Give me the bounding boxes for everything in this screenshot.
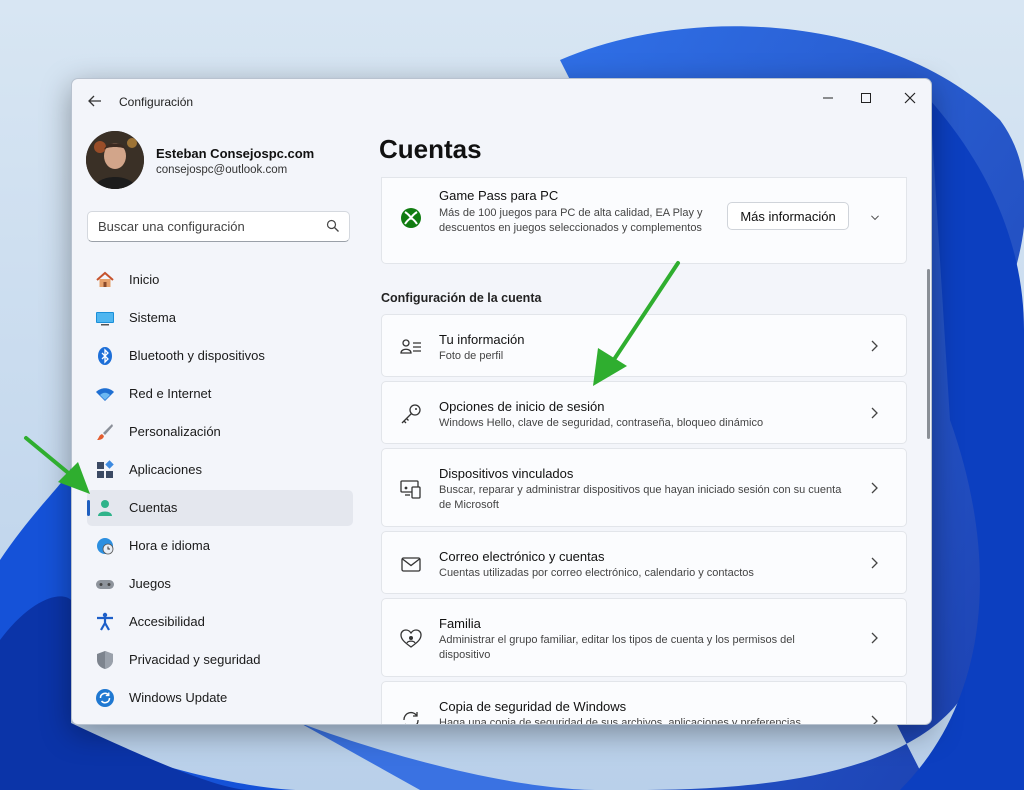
close-button[interactable] bbox=[892, 84, 928, 114]
card-description: Más de 100 juegos para PC de alta calida… bbox=[439, 207, 703, 234]
sidebar-item-sistema[interactable]: Sistema bbox=[87, 300, 353, 336]
sidebar-item-label: Bluetooth y dispositivos bbox=[129, 348, 265, 363]
system-icon bbox=[96, 312, 114, 326]
person-icon bbox=[98, 500, 112, 516]
card-dispositivos-vinculados[interactable]: Dispositivos vinculados Buscar, reparar … bbox=[381, 448, 907, 527]
chevron-right-icon bbox=[871, 557, 878, 569]
sidebar-item-bluetooth[interactable]: Bluetooth y dispositivos bbox=[87, 338, 353, 374]
search-input[interactable] bbox=[88, 212, 338, 241]
minimize-icon bbox=[823, 97, 833, 99]
content-scroll-area[interactable]: Game Pass para PC Más de 100 juegos para… bbox=[379, 177, 909, 724]
wifi-icon bbox=[96, 388, 114, 401]
card-familia[interactable]: Familia Administrar el grupo familiar, e… bbox=[381, 598, 907, 677]
accessibility-icon bbox=[97, 612, 113, 631]
card-subtitle: Windows Hello, clave de seguridad, contr… bbox=[439, 417, 764, 429]
chevron-right-icon bbox=[871, 407, 878, 419]
key-icon bbox=[401, 404, 421, 424]
user-email: consejospc@outlook.com bbox=[156, 164, 288, 176]
chevron-right-icon bbox=[871, 340, 878, 352]
sidebar-item-label: Aplicaciones bbox=[129, 462, 202, 477]
maximize-icon bbox=[861, 93, 871, 103]
chevron-right-icon bbox=[871, 632, 878, 644]
more-info-button[interactable]: Más información bbox=[727, 202, 849, 230]
sidebar-item-juegos[interactable]: Juegos bbox=[87, 566, 353, 602]
back-button[interactable] bbox=[84, 90, 106, 112]
globe-clock-icon bbox=[97, 538, 114, 555]
chevron-down-icon[interactable] bbox=[870, 211, 880, 225]
card-tu-informacion[interactable]: Tu información Foto de perfil bbox=[381, 314, 907, 377]
contact-card-icon bbox=[400, 339, 421, 354]
card-correo-cuentas[interactable]: Correo electrónico y cuentas Cuentas uti… bbox=[381, 531, 907, 594]
sidebar-item-label: Personalización bbox=[129, 424, 221, 439]
section-title: Configuración de la cuenta bbox=[381, 291, 542, 305]
card-subtitle: Buscar, reparar y administrar dispositiv… bbox=[439, 484, 842, 511]
sidebar-item-label: Juegos bbox=[129, 576, 171, 591]
home-icon bbox=[96, 271, 114, 287]
card-title: Dispositivos vinculados bbox=[439, 466, 574, 481]
bluetooth-icon bbox=[98, 347, 112, 365]
app-title: Configuración bbox=[119, 95, 194, 109]
update-icon bbox=[96, 689, 114, 707]
card-title: Game Pass para PC bbox=[439, 188, 559, 203]
card-subtitle: Haga una copia de seguridad de sus archi… bbox=[439, 717, 801, 724]
sidebar-item-label: Hora e idioma bbox=[129, 538, 210, 553]
sidebar-item-windows-update[interactable]: Windows Update bbox=[87, 680, 353, 716]
brush-icon bbox=[97, 424, 113, 440]
card-title: Opciones de inicio de sesión bbox=[439, 399, 605, 414]
card-opciones-inicio-sesion[interactable]: Opciones de inicio de sesión Windows Hel… bbox=[381, 381, 907, 444]
card-title: Familia bbox=[439, 616, 481, 631]
family-heart-icon bbox=[400, 629, 422, 648]
card-title: Correo electrónico y cuentas bbox=[439, 549, 605, 564]
scrollbar-thumb[interactable] bbox=[927, 269, 930, 439]
card-subtitle: Administrar el grupo familiar, editar lo… bbox=[439, 634, 795, 661]
card-title: Tu información bbox=[439, 332, 525, 347]
minimize-button[interactable] bbox=[810, 84, 846, 114]
settings-window: Configuración Esteban Consejospc.com con… bbox=[71, 78, 932, 725]
sidebar-item-cuentas[interactable]: Cuentas bbox=[87, 490, 353, 526]
card-title: Copia de seguridad de Windows bbox=[439, 699, 627, 714]
sidebar-item-privacidad[interactable]: Privacidad y seguridad bbox=[87, 642, 353, 678]
back-arrow-icon bbox=[88, 95, 101, 107]
sidebar-item-personalizacion[interactable]: Personalización bbox=[87, 414, 353, 450]
avatar-photo-icon bbox=[86, 131, 144, 189]
sidebar-item-label: Sistema bbox=[129, 310, 176, 325]
sidebar-item-red[interactable]: Red e Internet bbox=[87, 376, 353, 412]
card-subtitle: Foto de perfil bbox=[439, 350, 504, 362]
apps-icon bbox=[97, 460, 114, 478]
maximize-button[interactable] bbox=[848, 84, 884, 114]
sidebar-item-label: Privacidad y seguridad bbox=[129, 652, 261, 667]
sidebar-nav: Inicio Sistema Bluetooth y dispositivos … bbox=[87, 262, 353, 718]
page-title: Cuentas bbox=[379, 134, 482, 164]
chevron-right-icon bbox=[871, 715, 878, 724]
sidebar-item-label: Cuentas bbox=[129, 500, 178, 515]
sidebar-item-inicio[interactable]: Inicio bbox=[87, 262, 353, 298]
sidebar-item-aplicaciones[interactable]: Aplicaciones bbox=[87, 452, 353, 488]
xbox-icon bbox=[401, 208, 421, 228]
backup-icon bbox=[403, 712, 419, 724]
gamepass-card[interactable]: Game Pass para PC Más de 100 juegos para… bbox=[381, 177, 907, 264]
search-icon[interactable] bbox=[326, 219, 340, 233]
sidebar-item-label: Windows Update bbox=[129, 690, 228, 705]
sidebar-item-hora[interactable]: Hora e idioma bbox=[87, 528, 353, 564]
active-indicator bbox=[87, 500, 90, 516]
sidebar-item-label: Inicio bbox=[129, 272, 160, 287]
user-name: Esteban Consejospc.com bbox=[156, 146, 315, 161]
sidebar-item-label: Red e Internet bbox=[129, 386, 212, 401]
chevron-right-icon bbox=[871, 482, 878, 494]
shield-icon bbox=[97, 651, 113, 669]
sidebar-item-label: Accesibilidad bbox=[129, 614, 205, 629]
linked-devices-icon bbox=[400, 480, 421, 499]
title-bar: Configuración bbox=[72, 79, 931, 123]
avatar[interactable] bbox=[86, 131, 144, 189]
mail-icon bbox=[401, 557, 421, 572]
close-icon bbox=[904, 92, 916, 104]
card-copia-seguridad[interactable]: Copia de seguridad de Windows Haga una c… bbox=[381, 681, 907, 724]
gamepad-icon bbox=[96, 580, 114, 589]
search-box bbox=[87, 211, 350, 242]
sidebar-item-accesibilidad[interactable]: Accesibilidad bbox=[87, 604, 353, 640]
card-subtitle: Cuentas utilizadas por correo electrónic… bbox=[439, 567, 754, 579]
